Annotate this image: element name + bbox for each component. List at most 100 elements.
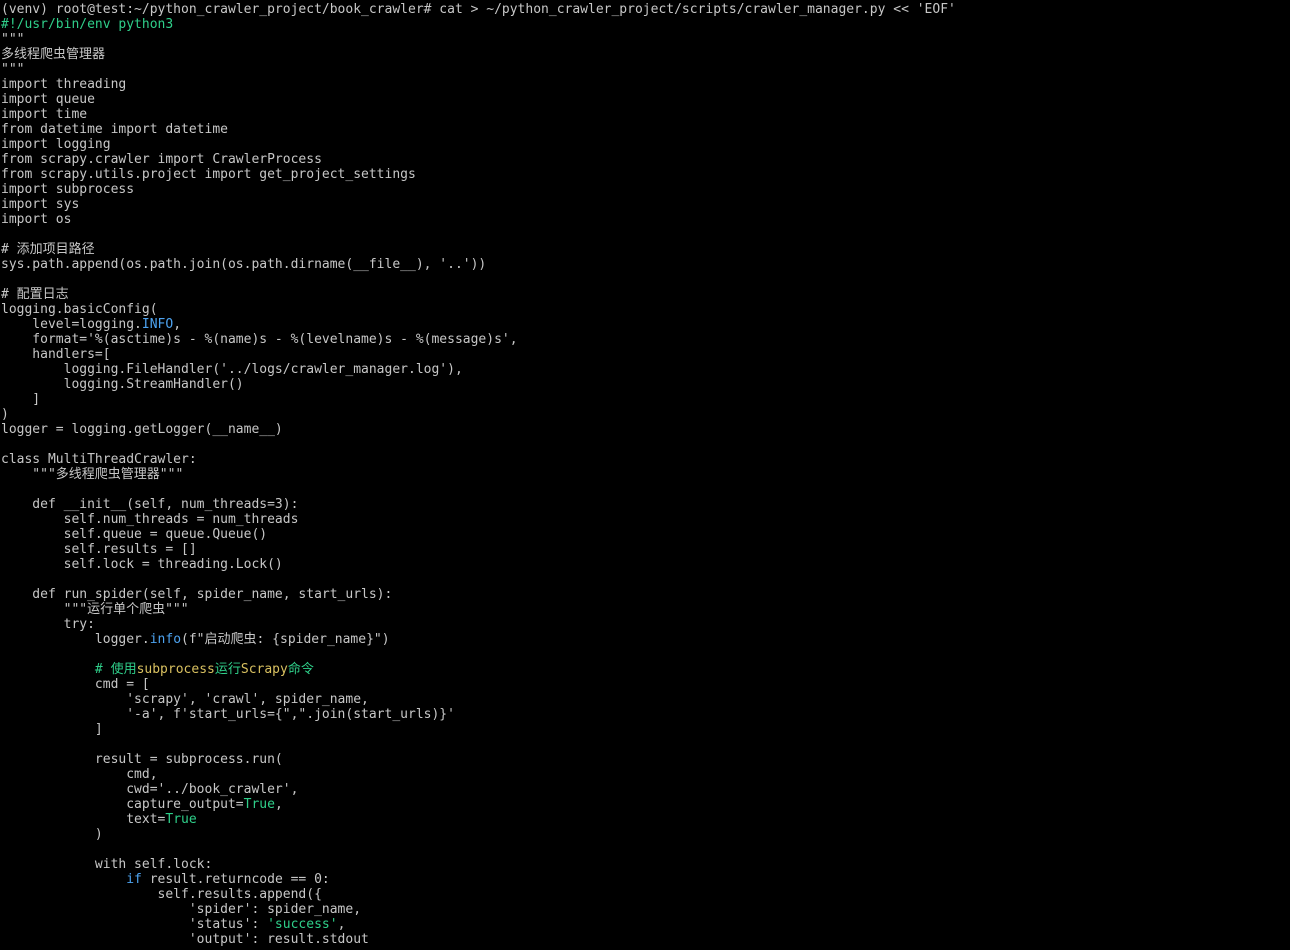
code-segment: True bbox=[165, 812, 197, 827]
code-segment: 命令 bbox=[287, 662, 314, 677]
code-line: """多线程爬虫管理器""" bbox=[1, 467, 956, 482]
code-segment: from scrapy.utils.project import get_pro… bbox=[1, 167, 416, 182]
terminal-output: (venv) root@test:~/python_crawler_projec… bbox=[1, 2, 956, 947]
code-line: format='%(asctime)s - %(name)s - %(level… bbox=[1, 332, 956, 347]
code-segment: from scrapy.crawler import CrawlerProces… bbox=[1, 152, 322, 167]
code-segment: level=logging. bbox=[1, 317, 142, 332]
code-line: 'scrapy', 'crawl', spider_name, bbox=[1, 692, 956, 707]
code-line: cmd, bbox=[1, 767, 956, 782]
code-segment: 'scrapy', 'crawl', spider_name, bbox=[1, 692, 369, 707]
code-segment: cmd, bbox=[1, 767, 158, 782]
code-line: ) bbox=[1, 827, 956, 842]
code-line: # 添加项目路径 bbox=[1, 242, 956, 257]
code-line: import threading bbox=[1, 77, 956, 92]
code-line: cmd = [ bbox=[1, 677, 956, 692]
code-line: import os bbox=[1, 212, 956, 227]
code-segment: logging.basicConfig( bbox=[1, 302, 158, 317]
code-segment: info bbox=[149, 632, 182, 647]
code-line: ) bbox=[1, 407, 956, 422]
code-line: self.results.append({ bbox=[1, 887, 956, 902]
code-segment: result.returncode == 0: bbox=[141, 872, 330, 887]
code-segment: capture_output= bbox=[1, 797, 244, 812]
code-line: self.results = [] bbox=[1, 542, 956, 557]
code-line: class MultiThreadCrawler: bbox=[1, 452, 956, 467]
code-segment: import sys bbox=[1, 197, 80, 212]
code-segment: import time bbox=[1, 107, 88, 122]
code-segment: import subprocess bbox=[1, 182, 135, 197]
code-line: """ bbox=[1, 62, 956, 77]
code-line: from scrapy.utils.project import get_pro… bbox=[1, 167, 956, 182]
code-segment: logger = logging.getLogger(__name__) bbox=[1, 422, 283, 437]
code-segment: import threading bbox=[1, 77, 127, 92]
code-segment: self.lock = threading.Lock() bbox=[1, 557, 283, 572]
code-line: 多线程爬虫管理器 bbox=[1, 47, 956, 62]
code-segment: 多线程爬虫管理器 bbox=[1, 47, 106, 62]
code-line: ] bbox=[1, 722, 956, 737]
code-line: self.lock = threading.Lock() bbox=[1, 557, 956, 572]
code-line: from scrapy.crawler import CrawlerProces… bbox=[1, 152, 956, 167]
terminal-window[interactable]: (venv) root@test:~/python_crawler_projec… bbox=[0, 0, 1290, 950]
code-segment: #!/usr/bin/env python3 bbox=[1, 17, 174, 32]
code-segment: cmd = [ bbox=[1, 677, 150, 692]
code-segment: from datetime import datetime bbox=[1, 122, 228, 137]
code-segment: # 配置日志 bbox=[1, 287, 69, 302]
code-segment: ] bbox=[1, 392, 41, 407]
code-segment: """多线程爬虫管理器""" bbox=[1, 467, 184, 482]
code-segment: import queue bbox=[1, 92, 95, 107]
code-segment: Scrapy bbox=[240, 662, 288, 677]
code-segment: 'output': result.stdout bbox=[1, 932, 369, 947]
code-segment: self.queue = queue.Queue() bbox=[1, 527, 268, 542]
code-segment: 'status': bbox=[1, 917, 268, 932]
code-segment: if bbox=[126, 872, 142, 887]
code-line: import sys bbox=[1, 197, 956, 212]
code-line: #!/usr/bin/env python3 bbox=[1, 17, 956, 32]
code-line: """ bbox=[1, 32, 956, 47]
code-segment: self.results.append({ bbox=[1, 887, 322, 902]
code-line: sys.path.append(os.path.join(os.path.dir… bbox=[1, 257, 956, 272]
code-line: cwd='../book_crawler', bbox=[1, 782, 956, 797]
code-segment: 运行 bbox=[214, 662, 241, 677]
code-segment: 'spider': spider_name, bbox=[1, 902, 362, 917]
code-segment: subprocess bbox=[136, 662, 215, 677]
code-line: logging.FileHandler('../logs/crawler_man… bbox=[1, 362, 956, 377]
code-line: try: bbox=[1, 617, 956, 632]
code-segment: def run_spider(self, spider_name, start_… bbox=[1, 587, 393, 602]
code-line: # 配置日志 bbox=[1, 287, 956, 302]
code-segment: # 使用 bbox=[1, 662, 137, 677]
code-segment: , bbox=[337, 917, 346, 932]
code-segment: self.num_threads = num_threads bbox=[1, 512, 299, 527]
code-line: def __init__(self, num_threads=3): bbox=[1, 497, 956, 512]
code-segment: try: bbox=[1, 617, 95, 632]
code-segment: # 添加项目路径 bbox=[1, 242, 95, 257]
code-line: 'spider': spider_name, bbox=[1, 902, 956, 917]
code-line: self.queue = queue.Queue() bbox=[1, 527, 956, 542]
code-segment: '-a', f'start_urls={",".join(start_urls)… bbox=[1, 707, 455, 722]
code-line: result = subprocess.run( bbox=[1, 752, 956, 767]
code-segment: (venv) root@test:~/python_crawler_projec… bbox=[1, 2, 956, 17]
code-line: def run_spider(self, spider_name, start_… bbox=[1, 587, 956, 602]
code-segment: """ bbox=[1, 32, 25, 47]
code-segment: logging.StreamHandler() bbox=[1, 377, 244, 392]
code-line: import time bbox=[1, 107, 956, 122]
code-line: import logging bbox=[1, 137, 956, 152]
code-line: # 使用subprocess运行Scrapy命令 bbox=[1, 662, 956, 677]
code-segment: """ bbox=[1, 62, 25, 77]
code-line: handlers=[ bbox=[1, 347, 956, 362]
code-line: logging.basicConfig( bbox=[1, 302, 956, 317]
code-line: level=logging.INFO, bbox=[1, 317, 956, 332]
code-line: capture_output=True, bbox=[1, 797, 956, 812]
code-segment: def __init__(self, num_threads=3): bbox=[1, 497, 299, 512]
code-segment: True bbox=[243, 797, 275, 812]
code-segment: logger. bbox=[1, 632, 150, 647]
code-line: import queue bbox=[1, 92, 956, 107]
code-segment: , bbox=[274, 797, 283, 812]
